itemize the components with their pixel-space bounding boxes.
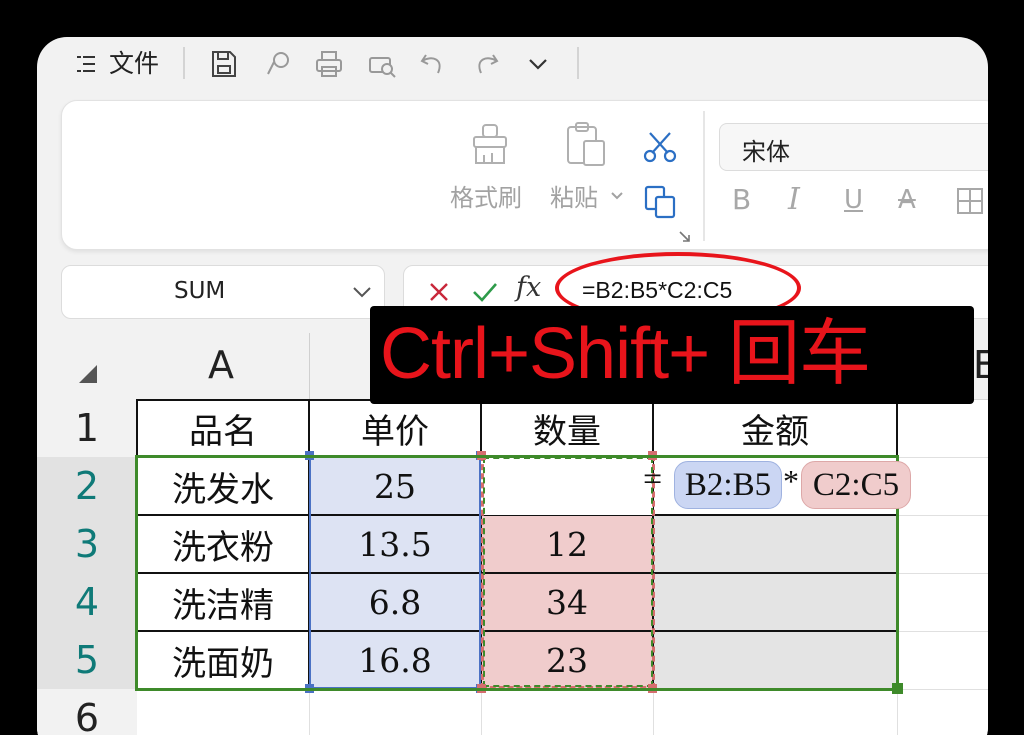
- italic-button[interactable]: I: [788, 184, 800, 216]
- ribbon-divider: [703, 111, 705, 241]
- header-cell-amount[interactable]: 金额: [653, 399, 897, 457]
- paste-icon[interactable]: [564, 121, 608, 171]
- formula-operator: *: [783, 463, 799, 499]
- insert-function-icon[interactable]: fx: [516, 272, 541, 303]
- redo-icon[interactable]: [471, 49, 501, 79]
- header-cell-quantity[interactable]: 数量: [481, 399, 653, 457]
- quick-access-toolbar: 文件: [37, 37, 988, 99]
- font-name-value: 宋体: [742, 138, 790, 166]
- cut-icon[interactable]: [642, 131, 678, 167]
- toolbar-divider: [577, 47, 579, 79]
- border-icon[interactable]: [956, 187, 984, 219]
- underline-button[interactable]: U: [844, 184, 863, 216]
- row-header-6[interactable]: 6: [37, 689, 137, 735]
- app-window: 文件 格式刷 粘贴 宋体 B I U A SUM fx =B2:B5*C2:C5…: [37, 37, 988, 735]
- ribbon: 格式刷 粘贴 宋体 B I U A: [61, 100, 988, 250]
- confirm-check-icon[interactable]: [472, 281, 498, 307]
- hamburger-menu-icon[interactable]: [71, 49, 101, 79]
- format-painter-label[interactable]: 格式刷: [450, 183, 522, 213]
- shortcut-overlay-text: Ctrl+Shift+ 回车: [380, 314, 871, 394]
- copy-icon[interactable]: [644, 185, 678, 223]
- font-name-select[interactable]: 宋体: [719, 123, 988, 171]
- row-header-1[interactable]: 1: [37, 399, 137, 457]
- cancel-icon[interactable]: [428, 281, 450, 307]
- header-cell-name[interactable]: 品名: [137, 399, 309, 457]
- paste-label[interactable]: 粘贴: [550, 183, 598, 213]
- file-menu[interactable]: 文件: [109, 49, 159, 79]
- select-all-corner[interactable]: [37, 333, 137, 399]
- chevron-down-icon[interactable]: [352, 284, 372, 304]
- formula-ref-quantity-range[interactable]: C2:C5: [801, 461, 911, 509]
- row-header-4[interactable]: 4: [37, 573, 137, 631]
- formula-equals-sign: =: [643, 461, 663, 498]
- clipboard-launcher-icon[interactable]: [678, 229, 692, 248]
- strikethrough-button[interactable]: A: [898, 184, 916, 216]
- formula-ref-price-range[interactable]: B2:B5: [674, 461, 782, 509]
- fill-handle[interactable]: [892, 683, 903, 694]
- gridline: [309, 689, 310, 735]
- undo-icon[interactable]: [418, 49, 448, 79]
- row-header-3[interactable]: 3: [37, 515, 137, 573]
- print-preview-icon[interactable]: [263, 49, 293, 79]
- paste-dropdown-icon[interactable]: [610, 187, 624, 206]
- print-icon[interactable]: [314, 49, 344, 79]
- column-header-e[interactable]: E: [973, 343, 988, 387]
- gridline: [481, 689, 482, 735]
- name-box-value: SUM: [174, 278, 226, 304]
- print-preview-zoom-icon[interactable]: [367, 49, 397, 79]
- header-cell-price[interactable]: 单价: [309, 399, 481, 457]
- gridline: [653, 689, 654, 735]
- name-box[interactable]: SUM: [61, 265, 385, 319]
- column-divider: [309, 333, 310, 399]
- row-header-2[interactable]: 2: [37, 457, 137, 515]
- toolbar-divider: [183, 47, 185, 79]
- bold-button[interactable]: B: [732, 184, 751, 216]
- format-painter-icon[interactable]: [470, 123, 510, 171]
- save-icon[interactable]: [209, 49, 239, 79]
- column-header-a[interactable]: A: [137, 333, 309, 399]
- chevron-down-icon[interactable]: [523, 49, 553, 79]
- row-header-5[interactable]: 5: [37, 631, 137, 689]
- shortcut-overlay: Ctrl+Shift+ 回车: [370, 306, 974, 404]
